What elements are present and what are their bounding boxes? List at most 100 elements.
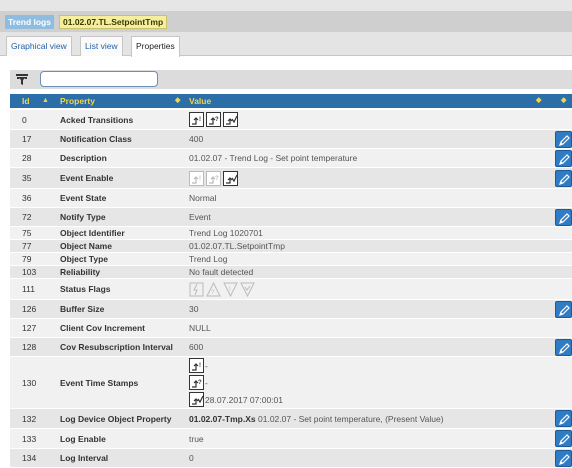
property-value-cell: 01.02.07 - Trend Log - Set point tempera…: [189, 149, 357, 167]
property-name: Object Identifier: [60, 228, 125, 238]
pencil-icon: [559, 453, 570, 465]
property-value: Trend Log: [189, 254, 228, 264]
overridden-flag-icon: !: [223, 282, 238, 297]
property-id: 36: [22, 193, 32, 203]
table-row: 77 Object Name 01.02.07.TL.SetpointTmp: [10, 240, 572, 253]
property-id: 127: [22, 323, 37, 333]
edit-button[interactable]: [555, 300, 572, 318]
property-name: Object Name: [60, 241, 112, 251]
property-name: Notify Type: [60, 212, 106, 222]
property-value-cell: ! -? -28.07.2017 07:00:01: [189, 357, 283, 408]
pencil-icon: [559, 153, 570, 165]
property-name: Log Interval: [60, 453, 109, 463]
pencil-icon: [559, 212, 570, 224]
property-name: Cov Resubscription Interval: [60, 342, 173, 352]
property-value-cell: Event: [189, 208, 211, 226]
transition-fault-icon: ?: [206, 112, 221, 127]
breadcrumb: Trend logs 01.02.07.TL.SetpointTmp: [0, 11, 572, 32]
out-of-service-flag-icon: [240, 282, 255, 297]
property-name: Event Time Stamps: [60, 377, 139, 388]
transition-offnormal-icon: !: [189, 358, 204, 373]
pencil-icon: [559, 173, 570, 185]
column-header-value[interactable]: Value: [189, 94, 211, 108]
property-value-cell: 600: [189, 338, 203, 356]
filter-icon[interactable]: [16, 74, 28, 85]
table-row: 111 Status Flags?!: [10, 279, 572, 300]
property-id: 0: [22, 114, 27, 125]
pencil-icon: [559, 414, 570, 425]
sort-ascending-icon[interactable]: ▲: [42, 94, 49, 108]
property-value: 01.02.07 - Trend Log - Set point tempera…: [189, 153, 358, 163]
table-row: 127 Client Cov Increment NULL: [10, 319, 572, 338]
event-timestamp: -: [205, 377, 208, 388]
edit-button[interactable]: [555, 430, 572, 447]
svg-text:!: !: [229, 287, 231, 293]
edit-button[interactable]: [555, 338, 572, 356]
breadcrumb-root[interactable]: Trend logs: [5, 15, 54, 29]
property-value-cell: 01.02.07-Tmp.Xs 01.02.07 - Set point tem…: [189, 409, 444, 428]
property-id: 126: [22, 304, 37, 314]
transition-normal-icon: [223, 170, 238, 186]
edit-button[interactable]: [555, 169, 572, 187]
tab-list-view[interactable]: List view: [80, 36, 123, 56]
column-header-property[interactable]: Property: [60, 94, 95, 108]
sort-both-icon[interactable]: ◆: [561, 94, 566, 108]
event-timestamp: 28.07.2017 07:00:01: [205, 394, 283, 405]
property-value-cell: !?: [189, 168, 240, 188]
property-name: Status Flags: [60, 284, 111, 294]
property-id: 103: [22, 267, 37, 277]
property-value-cell: ?!: [189, 279, 257, 299]
property-value-bold: 01.02.07-Tmp.Xs: [189, 413, 256, 424]
property-name: Description: [60, 153, 107, 163]
property-value: 400: [189, 134, 204, 144]
property-value-cell: NULL: [189, 319, 211, 337]
edit-button[interactable]: [555, 130, 572, 148]
table-row: 36 Event State Normal: [10, 189, 572, 208]
tab-bar: Graphical view List view Properties: [0, 32, 572, 57]
sort-both-icon[interactable]: ◆: [536, 94, 541, 108]
transition-fault-icon: ?: [189, 375, 204, 390]
edit-button[interactable]: [555, 149, 572, 167]
svg-text:?: ?: [198, 380, 202, 386]
breadcrumb-current: 01.02.07.TL.SetpointTmp: [59, 15, 168, 29]
column-header-id[interactable]: Id: [22, 94, 30, 108]
table-row: 0 Acked Transitions!?: [10, 110, 572, 130]
property-value-cell: 400: [189, 130, 203, 148]
property-name: Object Type: [60, 254, 109, 264]
svg-text:?: ?: [215, 117, 219, 123]
transition-fault-icon: ?: [206, 170, 221, 186]
transition-offnormal-icon: !: [189, 170, 204, 186]
property-value-cell: Trend Log: [189, 253, 227, 265]
edit-button[interactable]: [555, 410, 572, 427]
property-value: 600: [189, 342, 204, 352]
tab-graphical-view[interactable]: Graphical view: [6, 36, 72, 56]
property-name: Log Enable: [60, 433, 106, 444]
table-row: 79 Object Type Trend Log: [10, 253, 572, 266]
property-name: Notification Class: [60, 134, 132, 144]
property-value-cell: true: [189, 429, 204, 448]
property-id: 134: [22, 453, 37, 463]
tab-properties[interactable]: Properties: [131, 36, 180, 57]
edit-button[interactable]: [555, 208, 572, 226]
property-name: Acked Transitions: [60, 114, 134, 125]
svg-text:!: !: [199, 176, 201, 182]
pencil-icon: [559, 434, 570, 445]
pencil-icon: [559, 342, 570, 354]
property-value-cell: 30: [189, 300, 198, 318]
property-name: Log Device Object Property: [60, 413, 172, 424]
property-id: 79: [22, 254, 32, 264]
svg-text:!: !: [199, 117, 201, 123]
property-value: Normal: [189, 193, 217, 203]
property-name: Client Cov Increment: [60, 323, 146, 333]
property-id: 133: [22, 433, 37, 444]
property-id: 130: [22, 377, 37, 388]
table-row: 103 Reliability No fault detected: [10, 266, 572, 279]
sort-both-icon[interactable]: ◆: [175, 94, 180, 108]
property-id: 35: [22, 173, 32, 183]
table-header: Id ▲ Property ◆ Value ◆ ◆: [10, 94, 572, 108]
filter-input[interactable]: [40, 71, 158, 87]
edit-button[interactable]: [555, 449, 572, 467]
table-row: 126 Buffer Size 30: [10, 300, 572, 319]
table-row: 132 Log Device Object Property 01.02.07-Tm…: [10, 409, 572, 429]
property-value: Event: [189, 212, 211, 222]
